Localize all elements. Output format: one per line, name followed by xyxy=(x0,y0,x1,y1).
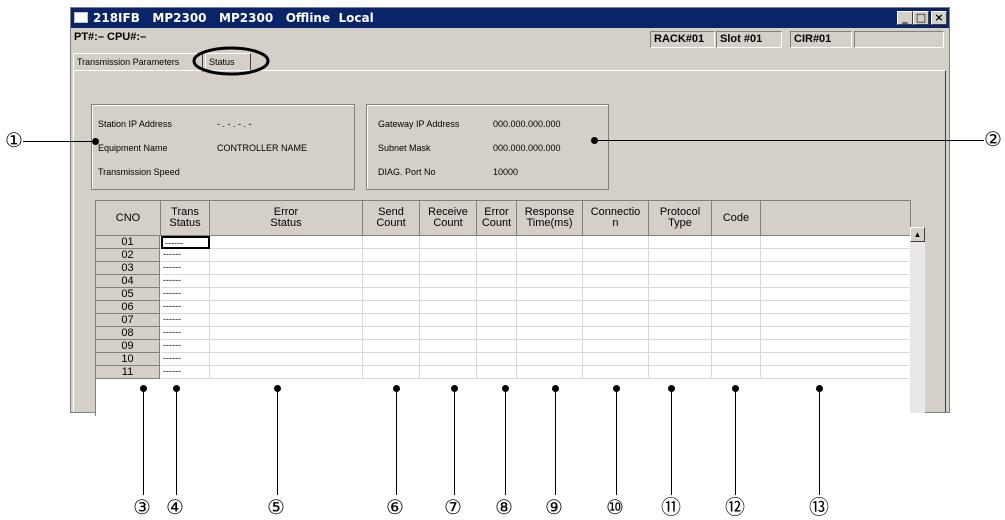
tab-highlight-ellipse xyxy=(192,46,270,76)
